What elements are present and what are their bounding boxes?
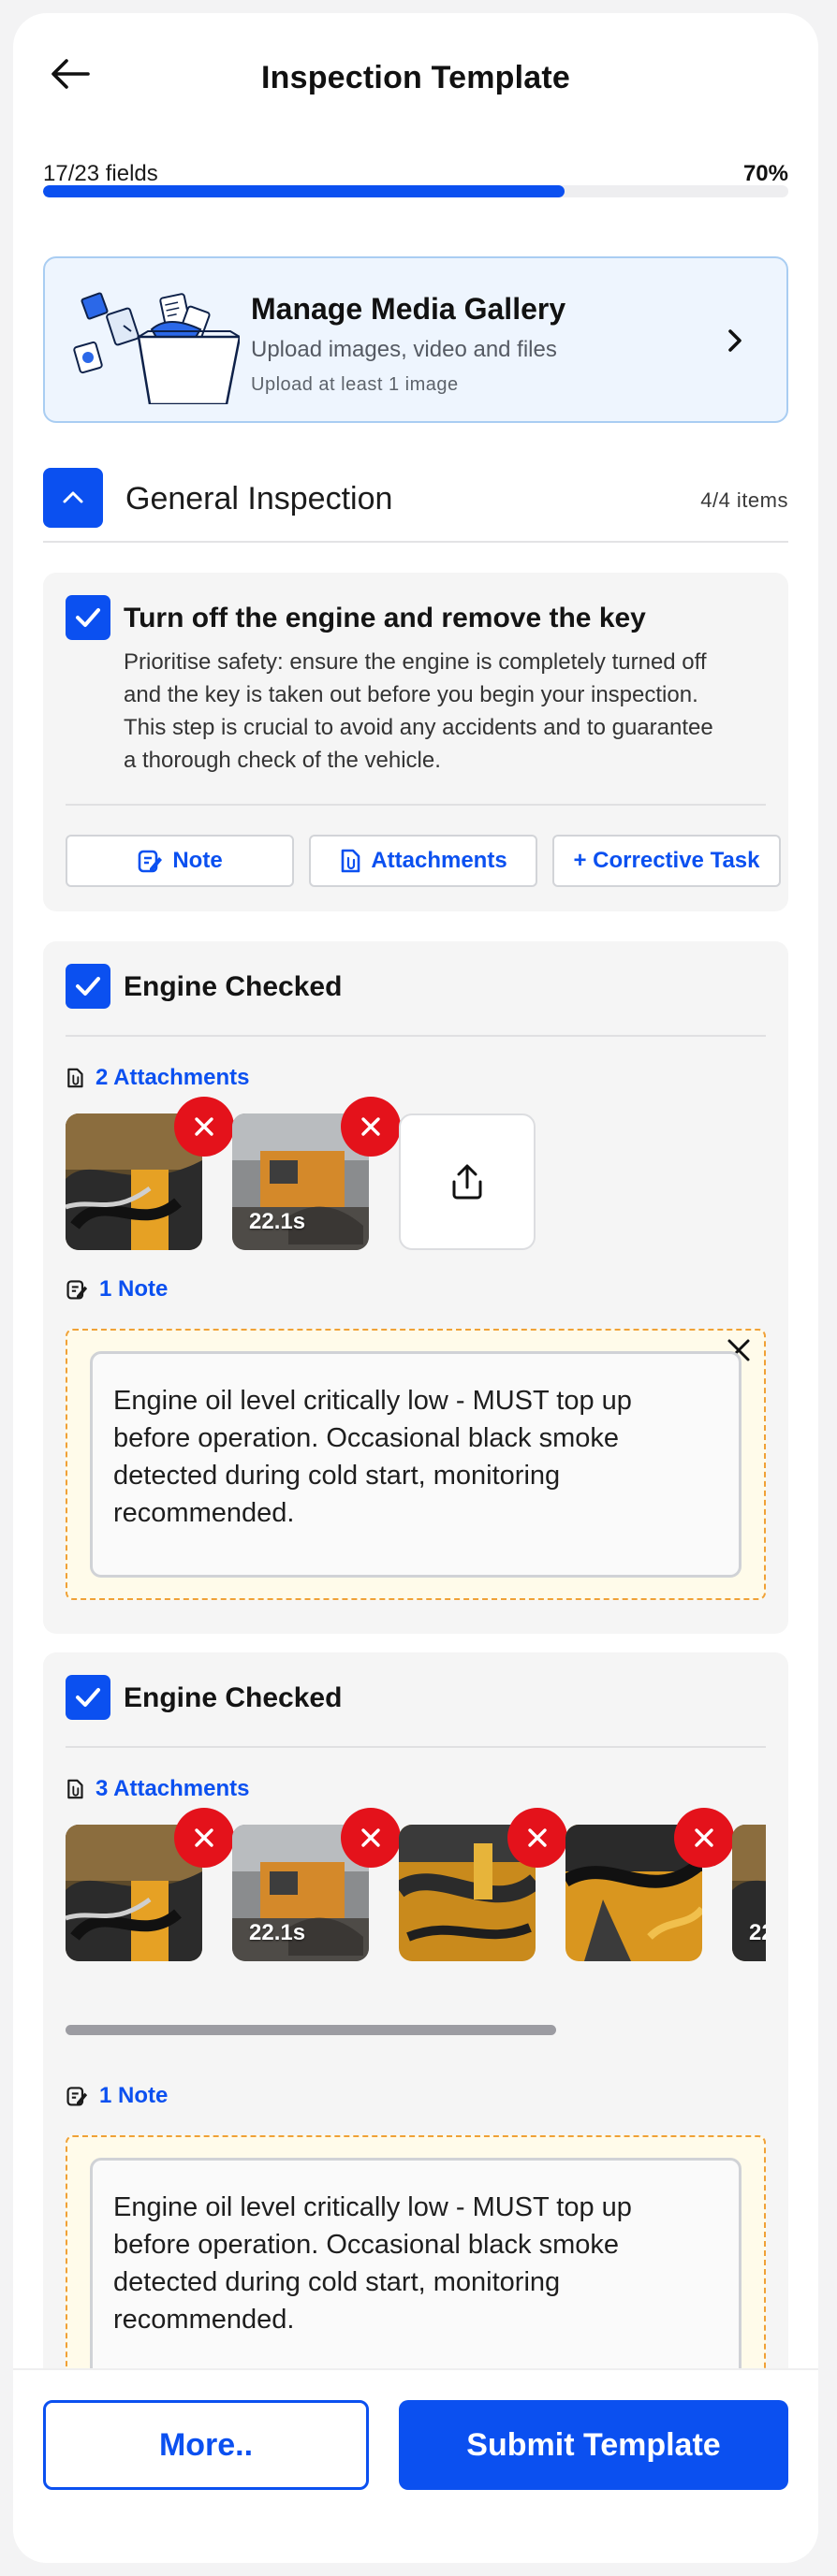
attachment-thumbnail[interactable]: 22.1s: [732, 1825, 766, 1961]
note-textarea[interactable]: Engine oil level critically low - MUST t…: [90, 2158, 742, 2384]
section-collapse-button[interactable]: [43, 468, 103, 528]
submit-template-button[interactable]: Submit Template: [399, 2400, 788, 2490]
notes-link[interactable]: 1 Note: [66, 1276, 168, 1303]
notes-count-label: 1 Note: [99, 2083, 169, 2108]
note-edit-icon: [139, 850, 163, 873]
app-screen: Inspection Template 17/23 fields 70% Man…: [13, 13, 818, 2563]
note-button-label: Note: [172, 848, 223, 873]
video-duration: 22.1s: [249, 1209, 306, 1234]
close-icon: [195, 1117, 213, 1136]
note-line: before operation. Occasional black smoke: [113, 1423, 620, 1453]
close-icon: [695, 1828, 713, 1847]
manage-media-gallery-card[interactable]: Manage Media Gallery Upload images, vide…: [43, 256, 788, 423]
upload-icon: [452, 1164, 482, 1200]
item-title: Engine Checked: [124, 1682, 343, 1713]
section-title: General Inspection: [125, 481, 393, 517]
more-button[interactable]: More..: [43, 2400, 369, 2490]
section-divider: [43, 541, 788, 543]
progress-bar: [43, 185, 788, 197]
corrective-task-label: + Corrective Task: [573, 848, 760, 873]
remove-attachment-button[interactable]: [174, 1097, 234, 1157]
checkmark-icon: [76, 977, 100, 996]
notes-count-label: 1 Note: [99, 1276, 169, 1302]
description-line: Prioritise safety: ensure the engine is …: [124, 649, 707, 675]
media-gallery-title: Manage Media Gallery: [251, 292, 566, 326]
attachment-file-icon: [342, 849, 360, 873]
upload-attachment-button[interactable]: [399, 1113, 536, 1250]
attachments-carousel[interactable]: 22.1s 2: [66, 1804, 766, 1982]
note-line: Engine oil level critically low - MUST t…: [113, 1386, 632, 1416]
note-edit-icon: [66, 1280, 88, 1300]
chevron-up-icon: [63, 491, 83, 503]
attachments-button-label: Attachments: [371, 848, 507, 873]
corrective-task-button[interactable]: + Corrective Task: [552, 835, 781, 887]
remove-attachment-button[interactable]: [341, 1808, 401, 1868]
card-divider: [66, 804, 766, 806]
item-checkbox[interactable]: [66, 595, 110, 640]
close-icon: [528, 1828, 547, 1847]
note-textarea[interactable]: Engine oil level critically low - MUST t…: [90, 1351, 742, 1578]
description-line: This step is crucial to avoid any accide…: [124, 715, 713, 740]
description-line: and the key is taken out before you begi…: [124, 682, 698, 707]
note-line: recommended.: [113, 1498, 295, 1528]
progress-percent: 70%: [742, 161, 788, 186]
media-gallery-subtitle: Upload images, video and files: [251, 337, 557, 362]
video-duration: 22.1s: [249, 1920, 306, 1945]
note-container: Engine oil level critically low - MUST t…: [66, 2135, 766, 2401]
attachments-link[interactable]: 2 Attachments: [66, 1065, 249, 1091]
media-folder-illustration: [73, 292, 240, 404]
progress-bar-fill: [43, 185, 565, 197]
note-button[interactable]: Note: [66, 835, 294, 887]
item-description: Prioritise safety: ensure the engine is …: [124, 646, 713, 777]
description-line: a thorough check of the vehicle.: [124, 748, 441, 773]
note-line: detected during cold start, monitoring: [113, 1461, 561, 1491]
media-gallery-hint: Upload at least 1 image: [251, 374, 459, 395]
item-checkbox[interactable]: [66, 1675, 110, 1720]
checkmark-icon: [76, 1688, 100, 1707]
attachments-link[interactable]: 3 Attachments: [66, 1776, 249, 1802]
note-container: Engine oil level critically low - MUST t…: [66, 1329, 766, 1600]
notes-link[interactable]: 1 Note: [66, 2083, 168, 2109]
page-title: Inspection Template: [260, 60, 570, 95]
note-line: recommended.: [113, 2305, 295, 2335]
video-duration: 22.1s: [749, 1920, 766, 1945]
checkmark-icon: [76, 608, 100, 627]
header: Inspection Template: [13, 13, 818, 122]
carousel-scrollbar[interactable]: [66, 2025, 556, 2035]
attachment-file-icon: [67, 1779, 83, 1799]
remove-attachment-button[interactable]: [174, 1808, 234, 1868]
remove-attachment-button[interactable]: [341, 1097, 401, 1157]
attachments-button[interactable]: Attachments: [309, 835, 537, 887]
card-divider: [66, 1746, 766, 1748]
card-divider: [66, 1035, 766, 1037]
close-icon: [361, 1828, 380, 1847]
section-item-count: 4/4 items: [700, 488, 788, 512]
progress-label: 17/23 fields: [43, 161, 158, 186]
inspection-item-card: Engine Checked 2 Attachments 22.1s 1 Not…: [43, 941, 788, 1634]
note-edit-icon: [66, 2087, 88, 2106]
note-line: Engine oil level critically low - MUST t…: [113, 2192, 632, 2222]
inspection-item-card: Turn off the engine and remove the key P…: [43, 573, 788, 911]
inspection-item-card: Engine Checked 3 Attachments 22.1s 2 1 N…: [43, 1652, 788, 2401]
attachment-file-icon: [67, 1068, 83, 1088]
chevron-right-icon: [728, 329, 742, 352]
attachments-count-label: 2 Attachments: [95, 1065, 250, 1090]
remove-attachment-button[interactable]: [507, 1808, 567, 1868]
note-line: detected during cold start, monitoring: [113, 2267, 561, 2297]
remove-attachment-button[interactable]: [674, 1808, 734, 1868]
close-icon: [361, 1117, 380, 1136]
note-line: before operation. Occasional black smoke: [113, 2230, 620, 2260]
item-checkbox[interactable]: [66, 964, 110, 1009]
footer-bar: More.. Submit Template: [13, 2368, 818, 2563]
close-icon: [195, 1828, 213, 1847]
attachments-count-label: 3 Attachments: [95, 1776, 250, 1801]
item-title: Engine Checked: [124, 971, 343, 1002]
item-title: Turn off the engine and remove the key: [124, 603, 646, 633]
